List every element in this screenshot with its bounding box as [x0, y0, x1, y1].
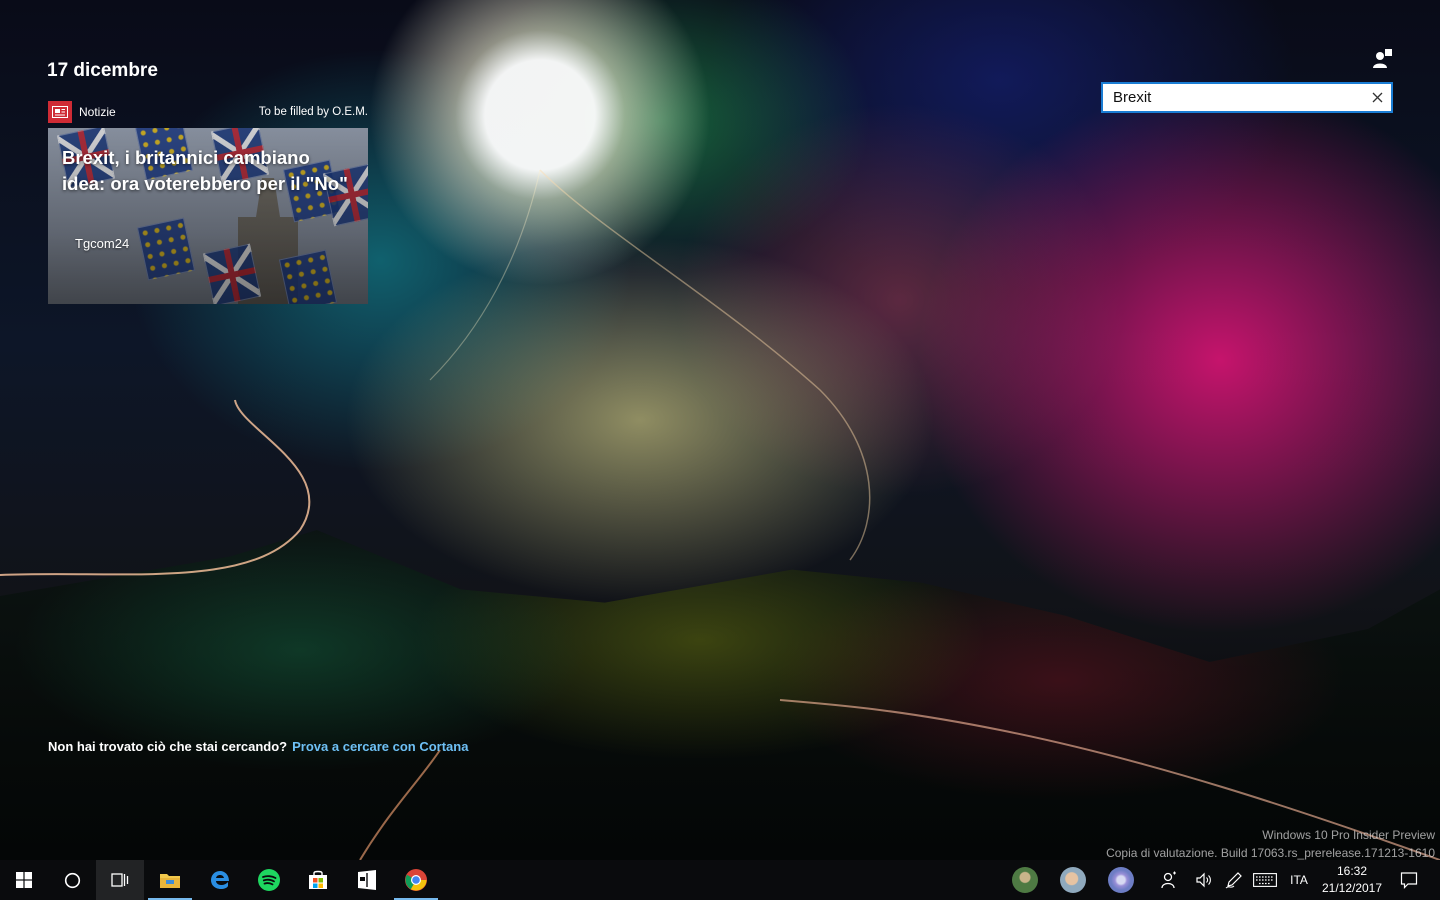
news-app-label: Notizie [79, 105, 116, 119]
notification-icon [1400, 872, 1418, 889]
watermark-edition: Windows 10 Pro Insider Preview [1262, 828, 1435, 842]
news-app-icon [48, 101, 72, 123]
edge-button[interactable] [196, 860, 244, 900]
spotify-button[interactable] [245, 860, 293, 900]
input-language[interactable]: ITA [1287, 860, 1311, 900]
volume-button[interactable] [1190, 860, 1218, 900]
pen-workspace-button[interactable] [1220, 860, 1248, 900]
contact-avatar[interactable] [1108, 867, 1134, 893]
clock-time: 16:32 [1336, 864, 1368, 878]
start-icon [16, 872, 32, 888]
task-view-icon [111, 873, 129, 887]
chrome-button[interactable] [392, 860, 440, 900]
news-app-taskbar-button[interactable] [343, 860, 391, 900]
contact-avatar[interactable] [1060, 867, 1086, 893]
search-input[interactable] [1103, 84, 1363, 111]
file-explorer-button[interactable] [146, 860, 194, 900]
date-heading: 17 dicembre [47, 60, 158, 81]
keyboard-icon [1253, 873, 1277, 887]
cortana-question: Non hai trovato ciò che stai cercando? [48, 739, 288, 754]
search-box[interactable] [1101, 82, 1393, 113]
file-explorer-icon [160, 874, 180, 888]
task-view-button[interactable] [96, 860, 144, 900]
store-icon [309, 870, 327, 889]
cortana-search-link[interactable]: Prova a cercare con Cortana [292, 739, 468, 754]
taskbar: ITA 16:32 21/12/2017 [0, 860, 1440, 900]
touch-keyboard-button[interactable] [1250, 860, 1280, 900]
news-headline[interactable]: Brexit, i britannici cambiano idea: ora … [62, 145, 352, 197]
spotify-icon [258, 869, 280, 891]
people-icon [1161, 871, 1176, 889]
contact-avatar[interactable] [1012, 867, 1038, 893]
news-taskbar-icon [358, 870, 376, 890]
news-attribution: To be filled by O.E.M. [258, 106, 368, 118]
cortana-prompt: Non hai trovato ciò che stai cercando? Pr… [48, 739, 468, 754]
windows-watermark: Windows 10 Pro Insider Preview Copia di … [1106, 826, 1435, 862]
chrome-icon [405, 869, 427, 891]
news-source: Tgcom24 [75, 236, 130, 251]
news-meta: Notizie To be filled by O.E.M. [48, 100, 368, 124]
people-button[interactable] [1155, 860, 1183, 900]
cortana-button[interactable] [48, 860, 96, 900]
clear-search-icon[interactable] [1363, 84, 1391, 111]
clock-date: 21/12/2017 [1321, 881, 1383, 895]
volume-icon [1196, 872, 1211, 888]
clock[interactable]: 16:32 21/12/2017 [1318, 863, 1386, 897]
store-button[interactable] [294, 860, 342, 900]
action-center-button[interactable] [1394, 860, 1424, 900]
start-button[interactable] [0, 860, 48, 900]
edge-icon [211, 871, 229, 889]
cortana-icon [64, 872, 80, 888]
pen-icon [1225, 872, 1242, 889]
news-card[interactable]: Brexit, i britannici cambiano idea: ora … [48, 128, 368, 304]
profile-icon[interactable] [1371, 48, 1393, 70]
